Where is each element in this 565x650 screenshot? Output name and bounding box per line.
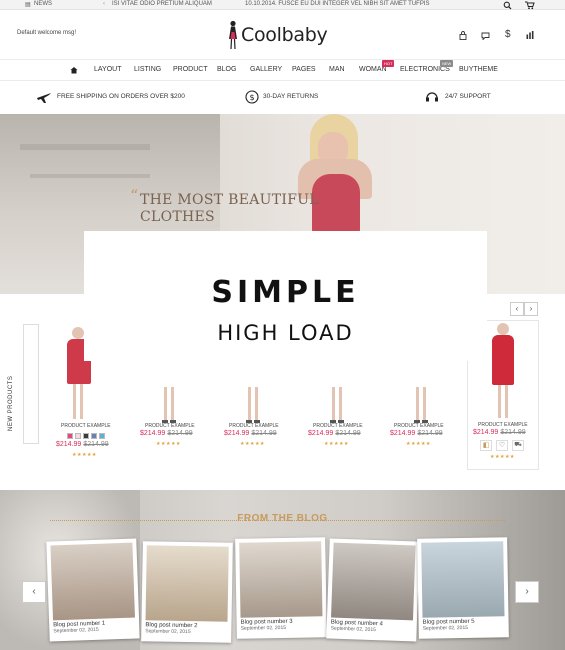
search-icon[interactable] — [503, 1, 512, 10]
product-image — [412, 387, 430, 425]
news-bar: ▤ NEWS ‹ ISI VITAE ODIO PRETIUM ALIQUAM … — [0, 0, 565, 10]
product-price: $214.99 $214.99 — [473, 429, 526, 436]
ticker-next-icon[interactable]: › — [414, 1, 416, 7]
nav-item-pages[interactable]: PAGES — [292, 66, 316, 73]
hero-model-image — [290, 114, 380, 234]
swatch[interactable] — [67, 433, 73, 439]
blog-post-image — [50, 542, 135, 621]
product-price: $214.99 $214.99 — [308, 430, 361, 437]
overlay-title: SIMPLE — [211, 275, 360, 310]
product-image — [160, 387, 178, 425]
blog-post-image — [421, 541, 505, 618]
nav-item-product[interactable]: PRODUCT — [173, 66, 208, 73]
product-name[interactable]: PRODUCT EXAMPLE — [313, 423, 363, 429]
color-swatches — [67, 433, 117, 440]
product-image — [488, 323, 518, 421]
blog-post-date: September 02, 2015 — [145, 628, 191, 636]
swatch[interactable] — [75, 433, 81, 439]
product-name[interactable]: PRODUCT EXAMPLE — [145, 423, 195, 429]
add-to-cart-icon[interactable]: ⛟ — [512, 440, 524, 451]
feature-overlay-card: SIMPLE HIGH LOAD — [84, 231, 487, 361]
new-products-label: NEW PRODUCTS — [8, 375, 14, 431]
swatch[interactable] — [91, 433, 97, 439]
blog-post-image — [239, 541, 323, 618]
product-name[interactable]: PRODUCT EXAMPLE — [229, 423, 279, 429]
currency-icon[interactable]: $ — [505, 29, 511, 40]
headset-icon — [426, 92, 438, 102]
product-image — [244, 387, 262, 425]
news-label: NEWS — [34, 1, 52, 7]
products-next-button[interactable]: › — [524, 302, 538, 316]
logo-figure-icon — [229, 20, 237, 50]
product-name[interactable]: PRODUCT EXAMPLE — [478, 422, 528, 428]
new-badge: NEW — [440, 60, 454, 67]
product-name[interactable]: PRODUCT EXAMPLE — [394, 423, 444, 429]
compare-icon[interactable] — [526, 31, 534, 39]
features-bar: FREE SHIPPING ON ORDERS OVER $200 $ 30-D… — [0, 82, 565, 114]
rating-stars: ★★★★★ — [406, 441, 431, 447]
product-price: $214.99 $214.99 — [56, 441, 109, 448]
nav-item-listing[interactable]: LISTING — [134, 66, 161, 73]
home-icon[interactable] — [70, 66, 78, 74]
shipping-text: FREE SHIPPING ON ORDERS OVER $200 — [57, 93, 185, 100]
nav-item-buytheme[interactable]: BUYTHEME — [459, 66, 498, 73]
nav-item-gallery[interactable]: GALLERY — [250, 66, 282, 73]
airplane-icon — [37, 93, 51, 103]
hero-headline-2: CLOTHES — [140, 209, 215, 225]
nav-item-woman[interactable]: WOMAN — [359, 66, 387, 73]
cart-icon[interactable] — [524, 0, 535, 10]
product-price: $214.99 $214.99 — [390, 430, 443, 437]
side-tab — [23, 324, 39, 444]
blog-post-image — [331, 542, 416, 621]
blog-post-image — [145, 545, 229, 622]
quickview-button[interactable]: ◧ — [480, 440, 492, 451]
product-price: $214.99 $214.99 — [140, 430, 193, 437]
blog-post-card[interactable]: Blog post number 3 September 02, 2015 — [235, 537, 327, 639]
rating-stars: ★★★★★ — [324, 441, 349, 447]
nav-item-blog[interactable]: BLOG — [217, 66, 236, 73]
blog-post-date: September 02, 2015 — [240, 624, 287, 632]
blog-section: FROM THE BLOG ‹ › Blog post number 1 Sep… — [0, 490, 565, 650]
blog-post-card[interactable]: Blog post number 5 September 02, 2015 — [417, 537, 509, 639]
ticker-prev-icon[interactable]: ‹ — [103, 1, 105, 7]
blog-post-card[interactable]: Blog post number 1 September 02, 2015 — [46, 538, 140, 642]
blog-post-card[interactable]: Blog post number 2 September 02, 2015 — [141, 541, 233, 643]
wishlist-heart-icon[interactable]: ♡ — [496, 440, 508, 451]
products-prev-button[interactable]: ‹ — [510, 302, 524, 316]
news-ticker-right[interactable]: 10.10.2014. FUSCE EU DUI INTEGER VEL NIB… — [245, 1, 430, 7]
site-header: Default welcome msg! Coolbaby $ — [0, 10, 565, 58]
news-icon: ▤ — [25, 2, 31, 8]
rating-stars: ★★★★★ — [156, 441, 181, 447]
welcome-message: Default welcome msg! — [17, 30, 77, 36]
blog-next-button[interactable]: › — [515, 581, 539, 603]
blog-post-card[interactable]: Blog post number 4 September 02, 2015 — [326, 538, 420, 642]
product-name[interactable]: PRODUCT EXAMPLE — [61, 423, 111, 429]
nav-item-electronics[interactable]: ELECTRONICS — [400, 66, 450, 73]
rating-stars: ★★★★★ — [72, 452, 97, 458]
dollar-circle-icon: $ — [245, 90, 259, 104]
blog-prev-button[interactable]: ‹ — [22, 581, 46, 603]
chat-icon[interactable] — [481, 31, 490, 40]
quote-icon: “ — [130, 186, 139, 205]
returns-text: 30-DAY RETURNS — [263, 93, 319, 100]
rating-stars: ★★★★★ — [490, 454, 515, 460]
logo[interactable]: Coolbaby — [241, 24, 328, 46]
hero-headline-1: THE MOST BEAUTIFUL — [140, 192, 319, 208]
product-price: $214.99 $214.99 — [224, 430, 277, 437]
product-image — [328, 387, 346, 425]
nav-item-man[interactable]: MAN — [329, 66, 345, 73]
account-icon[interactable] — [459, 31, 467, 40]
swatch[interactable] — [83, 433, 89, 439]
support-text: 24/7 SUPPORT — [445, 93, 491, 100]
blog-title: FROM THE BLOG — [237, 513, 328, 524]
swatch[interactable] — [99, 433, 105, 439]
news-ticker-left[interactable]: ISI VITAE ODIO PRETIUM ALIQUAM — [112, 1, 212, 7]
overlay-subtitle: HIGH LOAD — [217, 321, 354, 345]
svg-text:$: $ — [249, 93, 254, 102]
rating-stars: ★★★★★ — [240, 441, 265, 447]
blog-post-date: September 02, 2015 — [422, 624, 469, 632]
main-nav: LAYOUT LISTING PRODUCT BLOG GALLERY PAGE… — [0, 59, 565, 81]
hot-badge: HOT — [382, 60, 395, 67]
nav-item-layout[interactable]: LAYOUT — [94, 66, 122, 73]
